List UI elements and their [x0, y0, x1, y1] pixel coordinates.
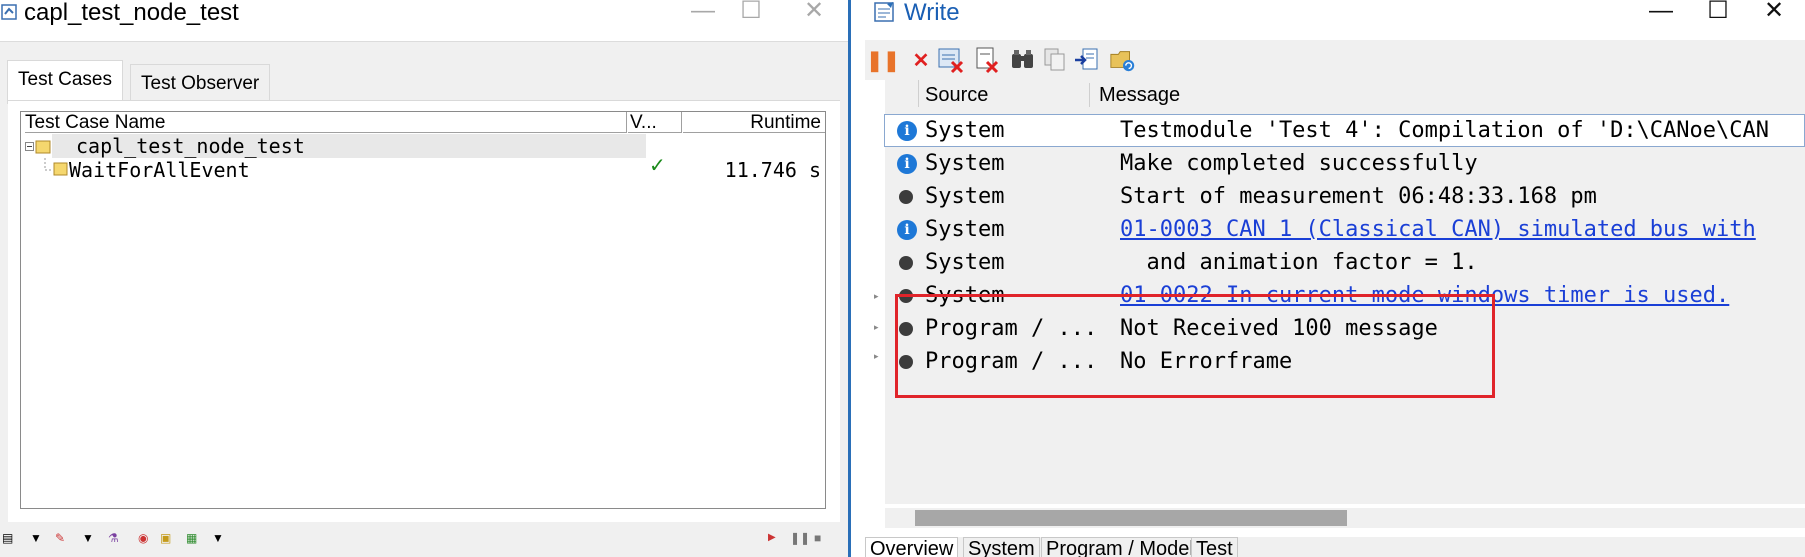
pause-icon[interactable]: ❚❚ [790, 531, 810, 545]
write-row[interactable]: i System 01-0003 CAN 1 (Classical CAN) s… [885, 213, 1805, 246]
filter-icon[interactable]: ⚗ [108, 531, 119, 545]
gutter-arrow-icon: ▸ [874, 322, 879, 332]
clear-page-icon[interactable] [973, 46, 1001, 74]
test-case-runtime: 11.746 s [724, 158, 821, 182]
test-case-name[interactable]: WaitForAllEvent [69, 158, 250, 182]
column-header-name[interactable]: Test Case Name [25, 112, 627, 133]
copy-icon[interactable] [1041, 46, 1069, 74]
tab-program-model[interactable]: Program / Model [1041, 537, 1199, 557]
column-header-runtime[interactable]: Runtime [683, 112, 825, 133]
write-maximize-button[interactable]: ☐ [1698, 0, 1738, 26]
write-minimize-button[interactable]: — [1641, 0, 1681, 26]
column-header-message[interactable]: Message [1095, 83, 1805, 107]
gutter-arrow-icon: ▸ [874, 291, 879, 301]
write-row[interactable]: System Start of measurement 06:48:33.168… [885, 180, 1805, 213]
column-header-source[interactable]: Source [925, 83, 1090, 107]
pause-icon[interactable]: ❚❚ [866, 46, 900, 74]
verdict-pass-icon: ✓ [649, 155, 666, 177]
edit-icon[interactable]: ✎ [55, 531, 65, 545]
row-source: System [925, 184, 1005, 209]
info-icon: i [897, 220, 917, 240]
left-bottom-toolbar: ▤ ▼ ✎ ▼ ⚗ ◉ ▣ ▦ ▼ ▶ ❚❚ ■ [0, 522, 848, 557]
row-message: and animation factor = 1. [1120, 250, 1478, 275]
info-icon: i [897, 154, 917, 174]
row-message: Make completed successfully [1120, 151, 1478, 176]
row-source: System [925, 217, 1005, 242]
info-icon: i [897, 121, 917, 141]
write-close-button[interactable]: ✕ [1754, 0, 1794, 26]
test-module-window: capl_test_node_test — ☐ ✕ Test Cases Tes… [0, 0, 848, 557]
find-icon[interactable] [1009, 46, 1037, 74]
red-highlight-box [895, 294, 1495, 398]
folder-icon[interactable]: ▣ [160, 531, 171, 545]
chevron-down-icon[interactable]: ▼ [212, 531, 224, 545]
write-window: Write — ☐ ✕ ❚❚ ✕ Source Message i System… [851, 0, 1805, 557]
tab-test-cases[interactable]: Test Cases [7, 60, 123, 104]
bullet-icon [899, 190, 913, 204]
stop-icon[interactable]: ◉ [138, 531, 148, 545]
stop-square-icon[interactable]: ■ [814, 531, 821, 545]
delete-icon[interactable]: ✕ [907, 46, 935, 74]
write-row[interactable]: i System Make completed successfully [885, 147, 1805, 180]
horizontal-scrollbar[interactable] [885, 508, 1805, 528]
tab-overview[interactable]: Overview [865, 537, 959, 557]
left-tab-strip: Test Cases Test Observer [0, 42, 848, 104]
gutter-arrow-icon: ▸ [874, 351, 879, 361]
row-message: Start of measurement 06:48:33.168 pm [1120, 184, 1597, 209]
chevron-down-icon[interactable]: ▼ [30, 531, 42, 545]
tree-row-root[interactable]: capl_test_node_test [52, 134, 646, 158]
clear-window-icon[interactable] [937, 46, 965, 74]
test-module-icon [1, 4, 17, 20]
icon-column-header [885, 80, 919, 107]
row-source: System [925, 151, 1005, 176]
test-case-tree: Test Case Name V... Runtime capl_test_no… [20, 111, 826, 509]
report-icon[interactable]: ▤ [2, 531, 13, 545]
minimize-button[interactable]: — [683, 0, 723, 26]
folder-refresh-icon[interactable] [1109, 46, 1137, 74]
tab-test[interactable]: Test [1191, 537, 1238, 557]
tree-expand-icon[interactable] [25, 140, 57, 154]
play-icon[interactable]: ▶ [768, 531, 776, 545]
write-title-bar: Write — ☐ ✕ [851, 0, 1805, 30]
row-source: System [925, 118, 1005, 143]
export-icon[interactable] [1073, 46, 1101, 74]
tree-root-label: capl_test_node_test [76, 134, 305, 158]
row-message-link[interactable]: 01-0003 CAN 1 (Classical CAN) simulated … [1120, 216, 1756, 244]
document-icon[interactable]: ▦ [186, 531, 197, 545]
row-source: System [925, 250, 1005, 275]
column-header-verdict[interactable]: V... [628, 112, 682, 133]
write-window-icon [874, 2, 894, 22]
write-window-title: Write [904, 0, 960, 26]
write-header-row: Source Message [885, 80, 1805, 107]
write-row[interactable]: System and animation factor = 1. [885, 246, 1805, 279]
close-button[interactable]: ✕ [794, 0, 834, 26]
bullet-icon [899, 256, 913, 270]
scrollbar-thumb[interactable] [915, 510, 1347, 526]
write-row[interactable]: i System Testmodule 'Test 4': Compilatio… [885, 114, 1805, 147]
tab-system[interactable]: System [963, 537, 1040, 557]
chevron-down-icon[interactable]: ▼ [82, 531, 94, 545]
write-bottom-tabs: Overview System Program / Model Test [865, 537, 1805, 557]
tab-test-observer[interactable]: Test Observer [130, 64, 271, 102]
maximize-button[interactable]: ☐ [731, 0, 771, 26]
row-message: Testmodule 'Test 4': Compilation of 'D:\… [1120, 118, 1770, 143]
left-title-bar: capl_test_node_test — ☐ ✕ [0, 0, 848, 42]
write-toolbar: ❚❚ ✕ [865, 40, 1805, 80]
left-window-title: capl_test_node_test [24, 0, 239, 26]
